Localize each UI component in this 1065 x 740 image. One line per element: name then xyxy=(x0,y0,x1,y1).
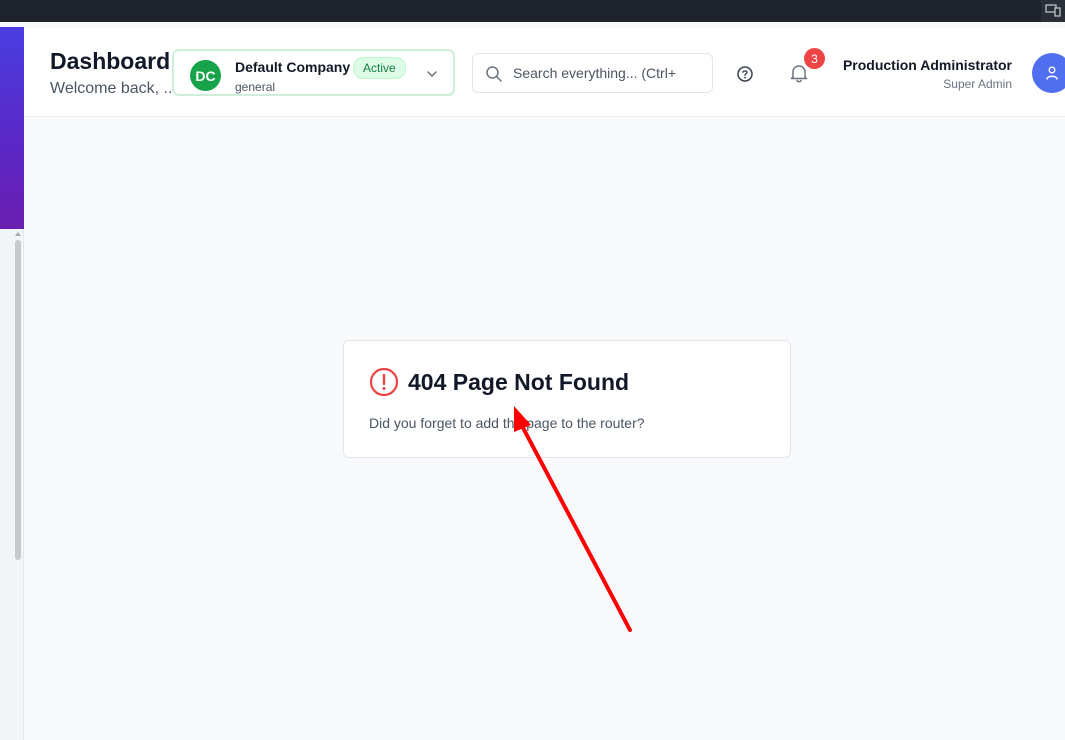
device-toggle-icon xyxy=(1045,4,1061,17)
error-card: 404 Page Not Found Did you forget to add… xyxy=(343,340,791,458)
user-role: Super Admin xyxy=(943,77,1012,91)
help-circle-icon[interactable] xyxy=(734,63,756,85)
scrollbar-thumb[interactable] xyxy=(15,240,21,560)
chevron-down-icon[interactable] xyxy=(425,67,439,81)
sidebar xyxy=(0,27,24,229)
top-header: Dashboard Welcome back, ... DC Default C… xyxy=(24,28,1065,117)
error-message: Did you forget to add the page to the ro… xyxy=(369,415,645,431)
user-name: Production Administrator xyxy=(842,57,1012,73)
page-title: Dashboard xyxy=(50,48,171,74)
user-icon xyxy=(1046,66,1058,80)
company-switcher[interactable]: DC Default Company Active general xyxy=(172,49,455,96)
company-name: Default Company xyxy=(235,59,351,75)
user-avatar[interactable] xyxy=(1032,53,1065,93)
company-status-badge: Active xyxy=(353,57,406,79)
alert-circle-icon xyxy=(369,367,399,397)
company-avatar: DC xyxy=(190,60,221,91)
search-icon xyxy=(486,66,502,82)
scroll-up-arrow-icon[interactable] xyxy=(14,230,22,238)
welcome-subtitle: Welcome back, ... xyxy=(50,80,172,97)
search-box[interactable] xyxy=(472,53,713,93)
company-type: general xyxy=(235,80,276,94)
search-input[interactable] xyxy=(513,62,703,84)
notification-count-badge: 3 xyxy=(804,48,825,69)
window-control[interactable] xyxy=(1041,0,1065,22)
error-title: 404 Page Not Found xyxy=(408,369,630,395)
browser-top-strip xyxy=(0,0,1065,22)
